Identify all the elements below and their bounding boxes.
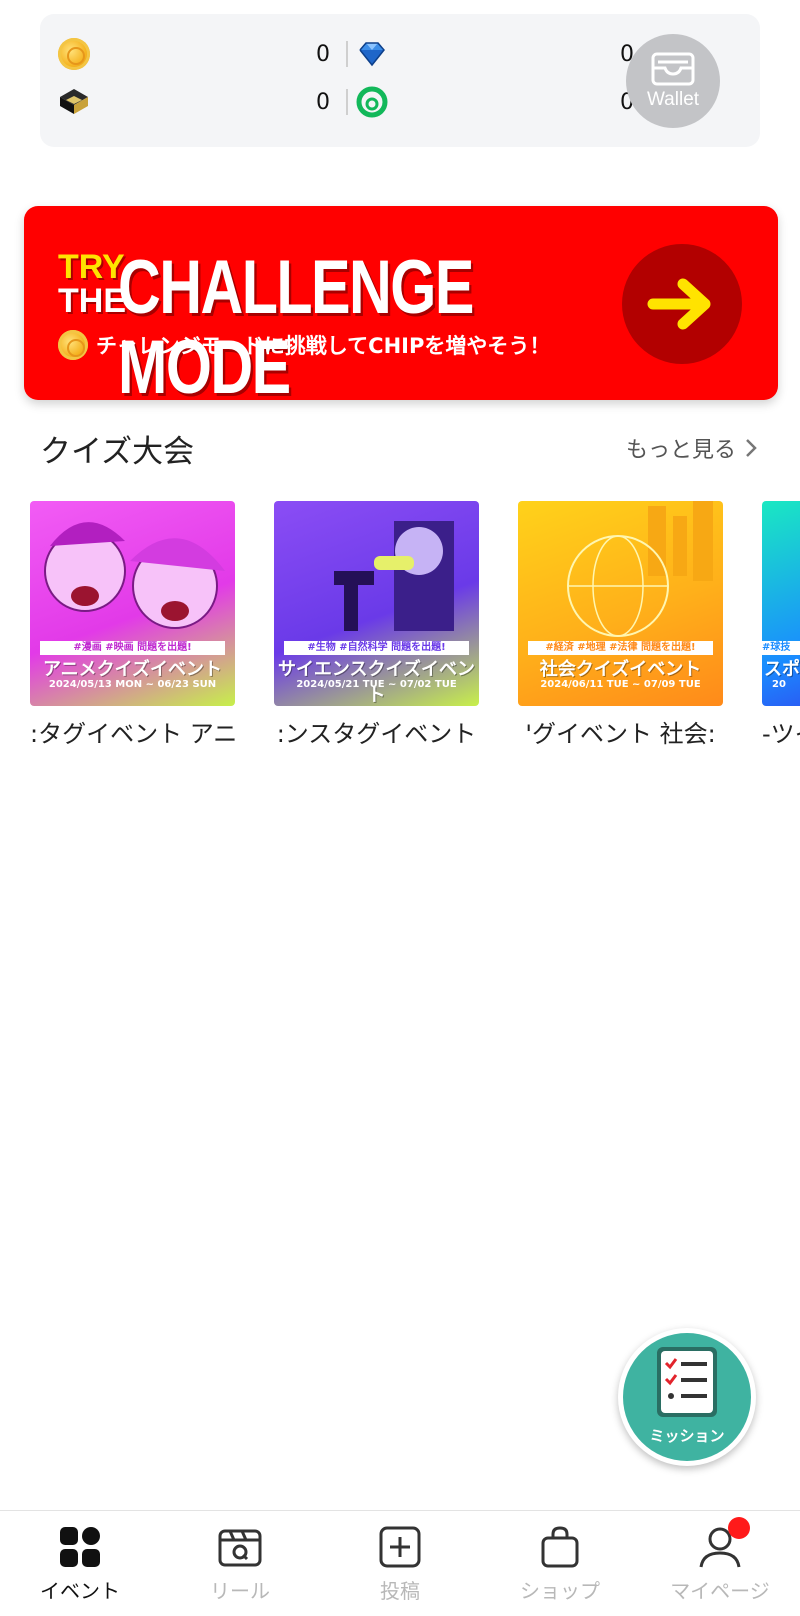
wallet-label: Wallet	[646, 89, 700, 110]
token-balance: 0	[620, 89, 634, 115]
token-icon	[356, 86, 388, 118]
nav-label: イベント	[40, 1579, 120, 1603]
try-the-label: TRY THE	[58, 250, 126, 318]
balance-row-stack-token: 0 0	[58, 82, 634, 122]
event-caption: 'グイベント 社会:	[525, 720, 716, 748]
divider	[346, 41, 348, 67]
checklist-icon	[657, 1347, 717, 1417]
event-tags: #生物 #自然科学 問題を出題!	[284, 641, 469, 655]
divider	[346, 89, 348, 115]
notification-dot	[728, 1517, 750, 1539]
anime-characters-illustration	[44, 522, 225, 629]
nav-label: リール	[210, 1579, 270, 1603]
try-text: TRY	[58, 248, 125, 286]
event-card[interactable]: #球技 スポ 20 -ツイ	[762, 501, 800, 749]
nav-label: 投稿	[380, 1579, 420, 1603]
event-tags: #漫画 #映画 問題を出題!	[40, 641, 225, 655]
wallet-icon	[651, 52, 695, 86]
event-tags: #経済 #地理 #法律 問題を出題!	[528, 641, 713, 655]
event-card-image: #経済 #地理 #法律 問題を出題! 社会クイズイベント 2024/06/11 …	[518, 501, 723, 706]
gem-balance: 0	[620, 41, 634, 67]
nav-label: マイページ	[670, 1579, 770, 1603]
event-caption: -ツイ	[762, 720, 800, 748]
event-card-image: #球技 スポ 20	[762, 501, 800, 706]
event-title: スポ	[764, 659, 800, 680]
event-date: 20	[772, 679, 786, 690]
event-title: 社会クイズイベント	[539, 659, 702, 680]
event-card[interactable]: #生物 #自然科学 問題を出題! サイエンスクイズイベント 2024/05/21…	[274, 501, 479, 749]
event-caption: :タグイベント アニ	[30, 720, 235, 748]
event-card[interactable]: #経済 #地理 #法律 問題を出題! 社会クイズイベント 2024/06/11 …	[518, 501, 723, 749]
diamond-icon	[359, 42, 385, 67]
nav-item-mypage[interactable]: マイページ	[640, 1511, 800, 1616]
balance-row-coins-gems: 0 0	[58, 34, 634, 74]
event-date: 2024/06/11 TUE ~ 07/09 TUE	[540, 679, 701, 690]
banner-subtitle: チャレンジモードに挑戦してCHIPを増やそう！	[58, 330, 550, 360]
grid-icon	[60, 1527, 100, 1567]
event-tags: #球技	[762, 641, 800, 655]
challenge-arrow-button[interactable]	[622, 244, 742, 364]
event-caption: :ンスタグイベント	[276, 720, 477, 748]
coin-icon	[58, 38, 90, 70]
nav-item-post[interactable]: 投稿	[320, 1511, 480, 1616]
event-card-image: #生物 #自然科学 問題を出題! サイエンスクイズイベント 2024/05/21…	[274, 501, 479, 706]
mission-button[interactable]: ミッション	[618, 1328, 756, 1466]
see-more-label: もっと見る	[625, 438, 736, 463]
reel-icon	[218, 1529, 262, 1567]
nav-item-events[interactable]: イベント	[0, 1511, 160, 1616]
the-text: THE	[58, 282, 126, 320]
coin-icon	[58, 330, 88, 360]
arrow-right-icon	[647, 278, 711, 330]
mission-label: ミッション	[649, 1427, 725, 1445]
shopping-bag-icon	[541, 1526, 579, 1568]
challenge-mode-title: CHALLENGE MODE	[118, 245, 474, 401]
see-more-link[interactable]: もっと見る	[626, 432, 758, 464]
event-card-image: #漫画 #映画 問題を出題! アニメクイズイベント 2024/05/13 MON…	[30, 501, 235, 706]
nav-item-shop[interactable]: ショップ	[480, 1511, 640, 1616]
stack-balance: 0	[316, 89, 330, 115]
wallet-balance-card: 0 0 0 0 Wallet	[40, 14, 760, 147]
bottom-navigation: イベント リール 投稿 ショップ マイページ	[0, 1510, 800, 1616]
event-date: 2024/05/13 MON ~ 06/23 SUN	[48, 679, 217, 690]
coin-balance: 0	[316, 41, 330, 67]
mission-button-inner: ミッション	[623, 1333, 751, 1461]
scientist-microscope-illustration	[334, 521, 454, 631]
stack-icon	[60, 89, 88, 114]
globe-city-illustration	[567, 501, 713, 637]
nav-item-reels[interactable]: リール	[160, 1511, 320, 1616]
chevron-right-icon	[746, 439, 757, 457]
event-date: 2024/05/21 TUE ~ 07/02 TUE	[296, 679, 457, 690]
plus-square-icon	[379, 1526, 421, 1568]
challenge-mode-banner[interactable]: TRY THE CHALLENGE MODE チャレンジモードに挑戦してCHIP…	[24, 206, 778, 400]
wallet-button[interactable]: Wallet	[626, 34, 720, 128]
nav-label: ショップ	[520, 1579, 600, 1603]
quiz-tournament-heading: クイズ大会	[40, 434, 195, 470]
event-title: アニメクイズイベント	[42, 659, 223, 680]
banner-subtitle-text: チャレンジモードに挑戦してCHIPを増やそう！	[96, 334, 551, 358]
event-card[interactable]: #漫画 #映画 問題を出題! アニメクイズイベント 2024/05/13 MON…	[30, 501, 235, 749]
